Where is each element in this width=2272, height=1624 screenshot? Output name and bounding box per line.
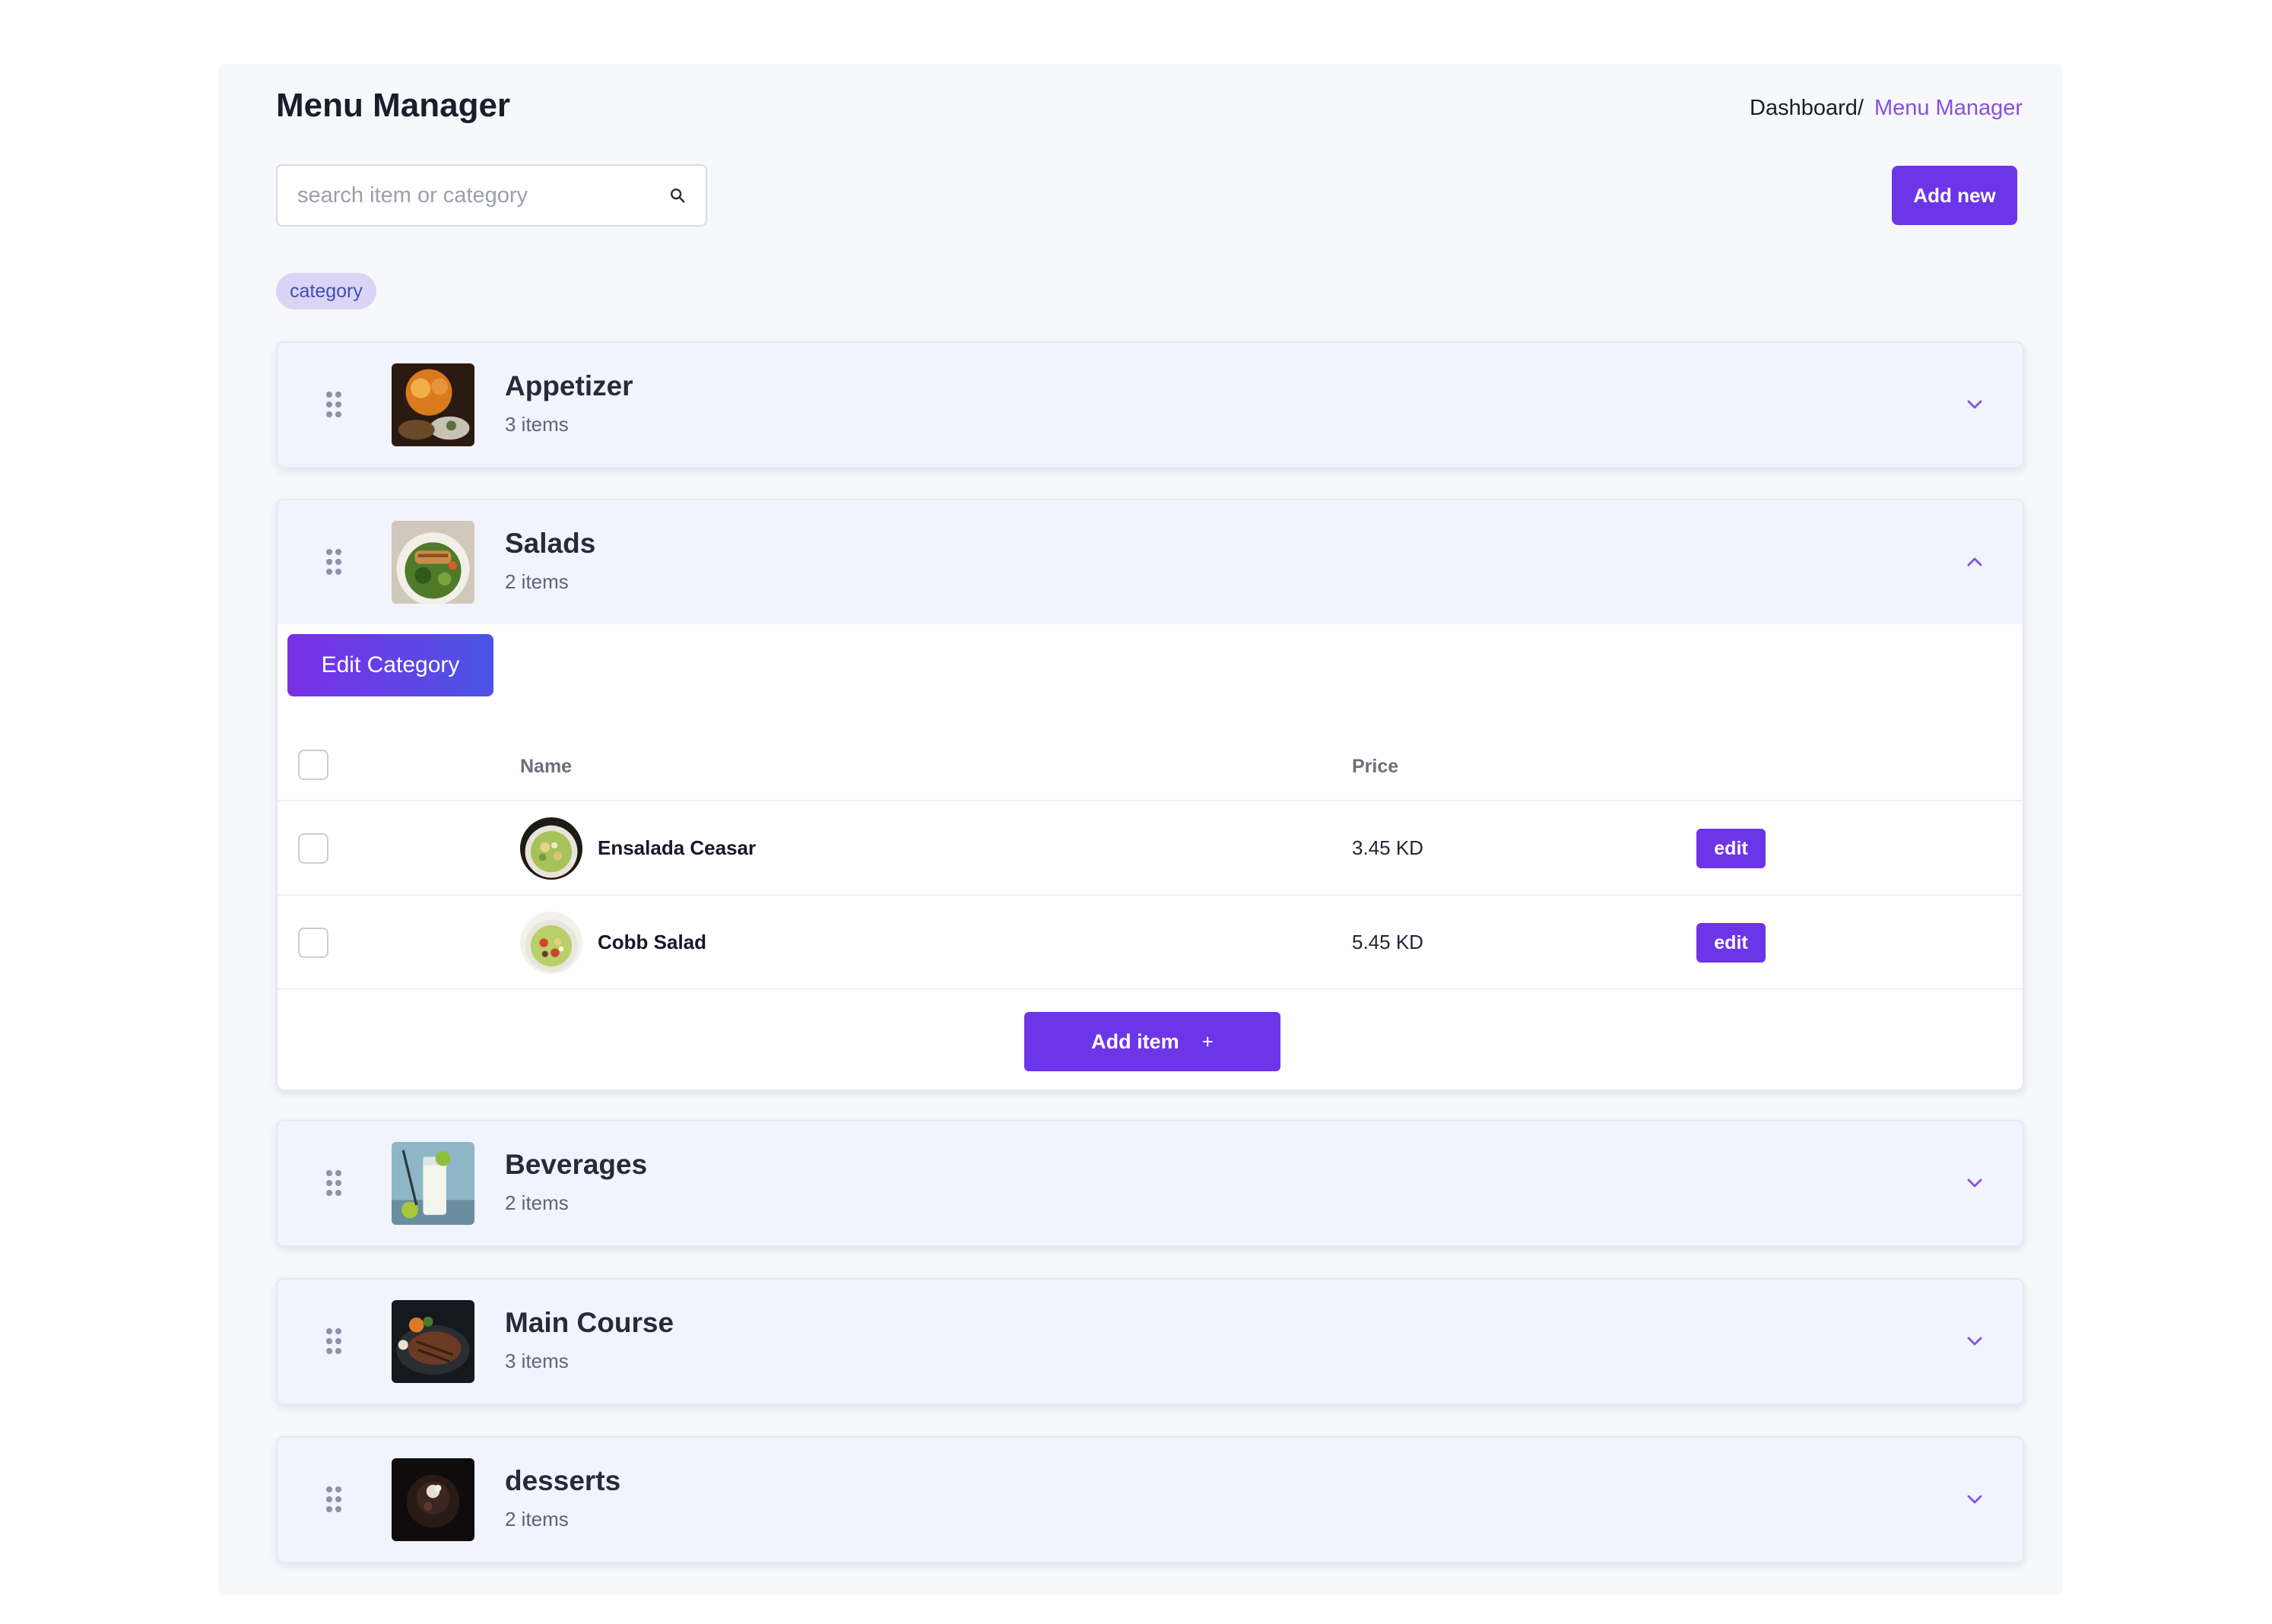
item-name: Ensalada Ceasar bbox=[598, 836, 757, 859]
category-item-count: 2 items bbox=[505, 570, 569, 593]
item-price: 5.45 KD bbox=[1352, 931, 1423, 953]
add-new-button[interactable]: Add new bbox=[1892, 166, 2017, 225]
select-all-checkbox[interactable] bbox=[298, 750, 328, 780]
category-item-count: 2 items bbox=[505, 1191, 569, 1214]
drag-handle-icon[interactable] bbox=[326, 1486, 341, 1512]
drag-handle-icon[interactable] bbox=[326, 1328, 341, 1354]
category-card-beverages: Beverages 2 items bbox=[276, 1120, 2024, 1247]
table-row: Ensalada Ceasar 3.45 KD edit bbox=[278, 800, 2023, 894]
category-card-main-course: Main Course 3 items bbox=[276, 1278, 2024, 1405]
category-filter-chip[interactable]: category bbox=[276, 273, 376, 309]
breadcrumb-current: Menu Manager bbox=[1874, 96, 2023, 120]
row-checkbox[interactable] bbox=[298, 928, 328, 958]
category-header[interactable]: Salads 2 items bbox=[278, 500, 2023, 624]
drag-handle-icon[interactable] bbox=[326, 549, 341, 575]
salad-thumbnail bbox=[392, 521, 474, 604]
desserts-thumbnail bbox=[392, 1458, 474, 1541]
edit-item-button[interactable]: edit bbox=[1696, 829, 1766, 868]
search-icon[interactable] bbox=[669, 187, 686, 204]
chevron-down-icon[interactable] bbox=[1963, 1172, 1986, 1194]
edit-category-button[interactable]: Edit Category bbox=[287, 634, 493, 696]
category-name: Beverages bbox=[505, 1149, 648, 1180]
item-thumbnail bbox=[520, 817, 582, 880]
column-header-name: Name bbox=[520, 756, 573, 777]
breadcrumb-dashboard-link[interactable]: Dashboard/ bbox=[1750, 96, 1864, 121]
category-card-salads: Salads 2 items Edit Category Name Price bbox=[276, 499, 2024, 1091]
appetizer-thumbnail bbox=[392, 363, 474, 446]
breadcrumb: Dashboard/ Menu Manager bbox=[1750, 96, 2023, 121]
category-name: desserts bbox=[505, 1465, 621, 1496]
search-box bbox=[276, 164, 707, 227]
category-name: Salads bbox=[505, 528, 596, 559]
add-item-button[interactable]: Add item + bbox=[1024, 1012, 1280, 1071]
category-header[interactable]: desserts 2 items bbox=[278, 1438, 2023, 1562]
category-name: Main Course bbox=[505, 1307, 674, 1338]
add-item-label: Add item bbox=[1091, 1029, 1179, 1053]
item-price: 3.45 KD bbox=[1352, 836, 1423, 859]
table-row: Cobb Salad 5.45 KD edit bbox=[278, 894, 2023, 988]
category-header[interactable]: Main Course 3 items bbox=[278, 1280, 2023, 1404]
plus-icon: + bbox=[1201, 1029, 1214, 1053]
item-thumbnail bbox=[520, 912, 582, 974]
row-checkbox[interactable] bbox=[298, 833, 328, 864]
menu-manager-panel: Menu Manager Dashboard/ Menu Manager Add… bbox=[218, 64, 2063, 1595]
chevron-up-icon[interactable] bbox=[1963, 550, 1986, 573]
table-header-row: Name Price bbox=[278, 733, 2023, 800]
main-course-thumbnail bbox=[392, 1300, 474, 1383]
drag-handle-icon[interactable] bbox=[326, 1170, 341, 1196]
edit-item-button[interactable]: edit bbox=[1696, 923, 1766, 963]
column-header-price: Price bbox=[1352, 756, 1399, 777]
category-name: Appetizer bbox=[505, 370, 633, 401]
items-table: Name Price Ensalada Ceasar 3.45 KD edit bbox=[278, 733, 2023, 990]
page-title: Menu Manager bbox=[276, 87, 511, 124]
chevron-down-icon[interactable] bbox=[1963, 1488, 1986, 1511]
category-header[interactable]: Appetizer 3 items bbox=[278, 343, 2023, 467]
table-divider bbox=[278, 988, 2023, 990]
category-card-appetizer: Appetizer 3 items bbox=[276, 341, 2024, 468]
category-expanded-body: Edit Category Name Price Ensalada Ceasar… bbox=[278, 624, 2023, 1090]
chevron-down-icon[interactable] bbox=[1963, 1330, 1986, 1353]
category-header[interactable]: Beverages 2 items bbox=[278, 1121, 2023, 1245]
chevron-down-icon[interactable] bbox=[1963, 393, 1986, 416]
search-input[interactable] bbox=[297, 182, 669, 208]
category-card-desserts: desserts 2 items bbox=[276, 1436, 2024, 1563]
drag-handle-icon[interactable] bbox=[326, 392, 341, 417]
category-item-count: 2 items bbox=[505, 1508, 569, 1530]
category-item-count: 3 items bbox=[505, 413, 569, 436]
beverages-thumbnail bbox=[392, 1142, 474, 1225]
item-name: Cobb Salad bbox=[598, 931, 707, 953]
category-item-count: 3 items bbox=[505, 1350, 569, 1372]
